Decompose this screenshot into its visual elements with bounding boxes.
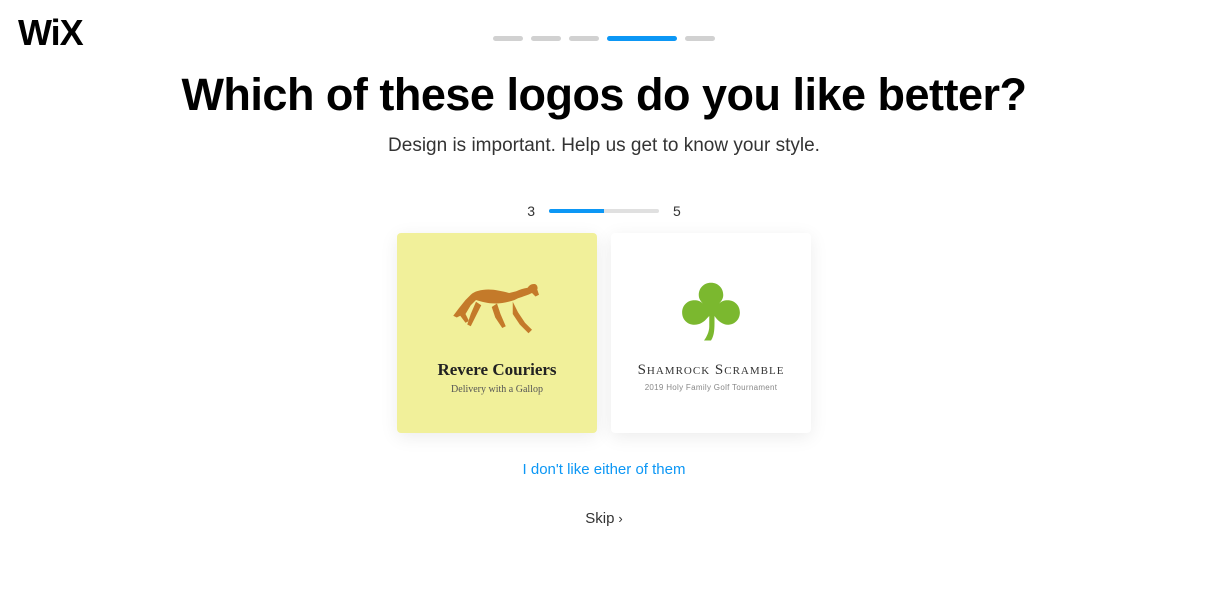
question-progress-bar xyxy=(549,209,659,213)
horse-icon xyxy=(442,272,552,342)
page-subtitle: Design is important. Help us get to know… xyxy=(0,135,1208,157)
card-right-title: Shamrock Scramble xyxy=(638,362,785,379)
shamrock-icon xyxy=(676,274,746,344)
question-progress: 3 5 xyxy=(0,203,1208,219)
logo-card-left[interactable]: Revere Couriers Delivery with a Gallop xyxy=(397,233,597,433)
step-2 xyxy=(531,36,561,41)
logo-choice-cards: Revere Couriers Delivery with a Gallop S… xyxy=(0,233,1208,433)
card-left-title: Revere Couriers xyxy=(437,360,556,380)
step-4-active xyxy=(607,36,677,41)
chevron-right-icon: › xyxy=(618,511,622,526)
skip-label: Skip xyxy=(585,510,614,527)
logo-card-right[interactable]: Shamrock Scramble 2019 Holy Family Golf … xyxy=(611,233,811,433)
question-current: 3 xyxy=(527,203,535,219)
neither-link[interactable]: I don't like either of them xyxy=(0,461,1208,478)
step-1 xyxy=(493,36,523,41)
page-title: Which of these logos do you like better? xyxy=(0,69,1208,121)
skip-link[interactable]: Skip › xyxy=(0,510,1208,527)
question-total: 5 xyxy=(673,203,681,219)
card-left-subtitle: Delivery with a Gallop xyxy=(451,384,543,395)
wix-logo: WiX xyxy=(18,12,83,54)
step-5 xyxy=(685,36,715,41)
question-progress-fill xyxy=(549,209,604,213)
progress-steps xyxy=(0,0,1208,41)
step-3 xyxy=(569,36,599,41)
card-right-subtitle: 2019 Holy Family Golf Tournament xyxy=(645,383,778,392)
